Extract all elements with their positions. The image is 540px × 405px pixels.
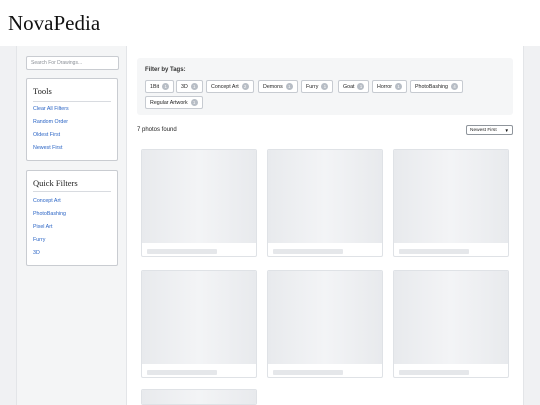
photo-card[interactable] <box>267 149 383 257</box>
photo-card[interactable] <box>141 389 257 405</box>
photo-card[interactable] <box>393 149 509 257</box>
photo-caption-placeholder <box>399 249 469 254</box>
site-header: NovaPedia <box>0 0 540 46</box>
tag-count-badge: 1 <box>285 83 293 90</box>
tag-label: Horror <box>377 83 393 90</box>
photo-thumbnail <box>142 390 256 404</box>
photo-caption-placeholder <box>147 249 217 254</box>
photo-thumbnail <box>142 150 256 243</box>
tag-count-badge: 1 <box>190 99 198 106</box>
tools-title: Tools <box>33 86 52 96</box>
clear-all-filters-link[interactable]: Clear All Filters <box>33 106 69 112</box>
tag-demons[interactable]: Demons 1 <box>258 80 298 93</box>
tag-label: PhotoBashing <box>415 83 448 90</box>
quick-filters-divider <box>33 191 111 192</box>
tools-divider <box>33 101 111 102</box>
photo-caption-placeholder <box>273 370 343 375</box>
quick-filter-3d[interactable]: 3D <box>33 250 40 256</box>
tag-count-badge: 2 <box>241 83 249 90</box>
quick-filter-concept-art[interactable]: Concept Art <box>33 198 61 204</box>
tag-count-badge: 1 <box>162 83 170 90</box>
tag-count-badge: 1 <box>357 83 365 90</box>
random-order-link[interactable]: Random Order <box>33 119 68 125</box>
tag-count-badge: 1 <box>190 83 198 90</box>
quick-filters-panel: Quick Filters Concept Art PhotoBashing P… <box>26 170 118 266</box>
sort-select[interactable]: Newest First ▼ <box>466 125 513 135</box>
chevron-down-icon: ▼ <box>504 127 509 133</box>
photo-thumbnail <box>394 150 508 243</box>
tag-count-badge: 1 <box>321 83 329 90</box>
tag-horror[interactable]: Horror 1 <box>372 80 408 93</box>
tag-label: 1Bit <box>150 83 160 90</box>
tag-label: Concept Art <box>211 83 239 90</box>
tag-regular-artwork[interactable]: Regular Artwork 1 <box>145 96 203 109</box>
newest-first-link[interactable]: Newest First <box>33 145 62 151</box>
tag-label: 3D <box>181 83 188 90</box>
photo-card[interactable] <box>141 149 257 257</box>
tools-panel: Tools Clear All Filters Random Order Old… <box>26 78 118 161</box>
tag-filter-box: Filter by Tags: 1Bit 1 3D 1 Concept Art … <box>137 58 513 115</box>
photo-thumbnail <box>268 150 382 243</box>
site-title[interactable]: NovaPedia <box>8 11 100 36</box>
tag-goat[interactable]: Goat 1 <box>338 80 370 93</box>
photo-caption-placeholder <box>273 249 343 254</box>
left-gutter <box>0 46 17 405</box>
right-gutter <box>523 46 540 405</box>
tag-count-badge: 4 <box>450 83 458 90</box>
tag-photobashing[interactable]: PhotoBashing 4 <box>410 80 463 93</box>
tag-label: Demons <box>263 83 283 90</box>
photo-caption-placeholder <box>399 370 469 375</box>
photo-caption-placeholder <box>147 370 217 375</box>
tag-1bit[interactable]: 1Bit 1 <box>145 80 175 93</box>
tag-label: Goat <box>343 83 355 90</box>
search-input[interactable] <box>26 56 119 70</box>
quick-filters-title: Quick Filters <box>33 178 78 188</box>
tag-label: Furry <box>306 83 319 90</box>
tag-concept-art[interactable]: Concept Art 2 <box>206 80 254 93</box>
photo-count: 7 photos found <box>137 127 177 133</box>
sort-selected-value: Newest First <box>470 127 497 133</box>
photo-thumbnail <box>142 271 256 364</box>
tag-furry[interactable]: Furry 1 <box>301 80 334 93</box>
photo-card[interactable] <box>267 270 383 378</box>
tag-count-badge: 1 <box>395 83 403 90</box>
tag-label: Regular Artwork <box>150 99 188 106</box>
quick-filter-furry[interactable]: Furry <box>33 237 45 243</box>
oldest-first-link[interactable]: Oldest First <box>33 132 60 138</box>
filter-title: Filter by Tags: <box>145 67 186 73</box>
quick-filter-pixel-art[interactable]: Pixel Art <box>33 224 52 230</box>
photo-thumbnail <box>394 271 508 364</box>
quick-filter-photobashing[interactable]: PhotoBashing <box>33 211 66 217</box>
photo-card[interactable] <box>141 270 257 378</box>
photo-card[interactable] <box>393 270 509 378</box>
tag-3d[interactable]: 3D 1 <box>176 80 203 93</box>
photo-thumbnail <box>268 271 382 364</box>
